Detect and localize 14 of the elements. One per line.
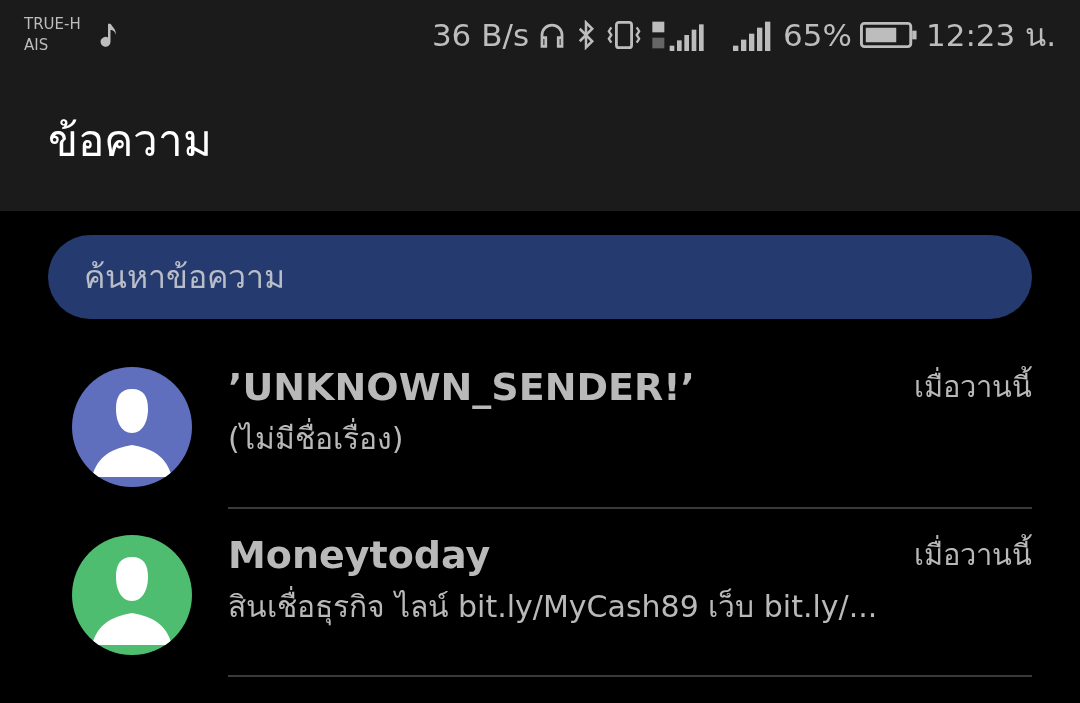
carrier-name: AIS [24,35,50,56]
battery-icon [859,20,918,50]
message-date: เมื่อวานนี้ [914,365,1032,410]
sender-name: ’UNKNOWN_SENDER!’ [228,364,696,411]
battery-percentage: 65% [783,15,852,55]
search-field[interactable]: ค้นหาข้อความ [48,235,1032,319]
message-preview: สินเชื่อธุรกิจ ไลน์ bit.ly/MyCash89 เว็บ bit.ly/... [228,584,1032,629]
message-preview: (ไม่มีชื่อเรื่อง) [228,416,1032,461]
screen-title: ข้อความ [48,113,212,168]
message-date: เมื่อวานนี้ [914,533,1032,578]
clock: 12:23 น. [925,15,1056,55]
carrier-name: TRUE-H [24,14,81,35]
network-speed: 36 B/s [431,15,530,55]
sender-name: Moneytoday [228,532,491,579]
